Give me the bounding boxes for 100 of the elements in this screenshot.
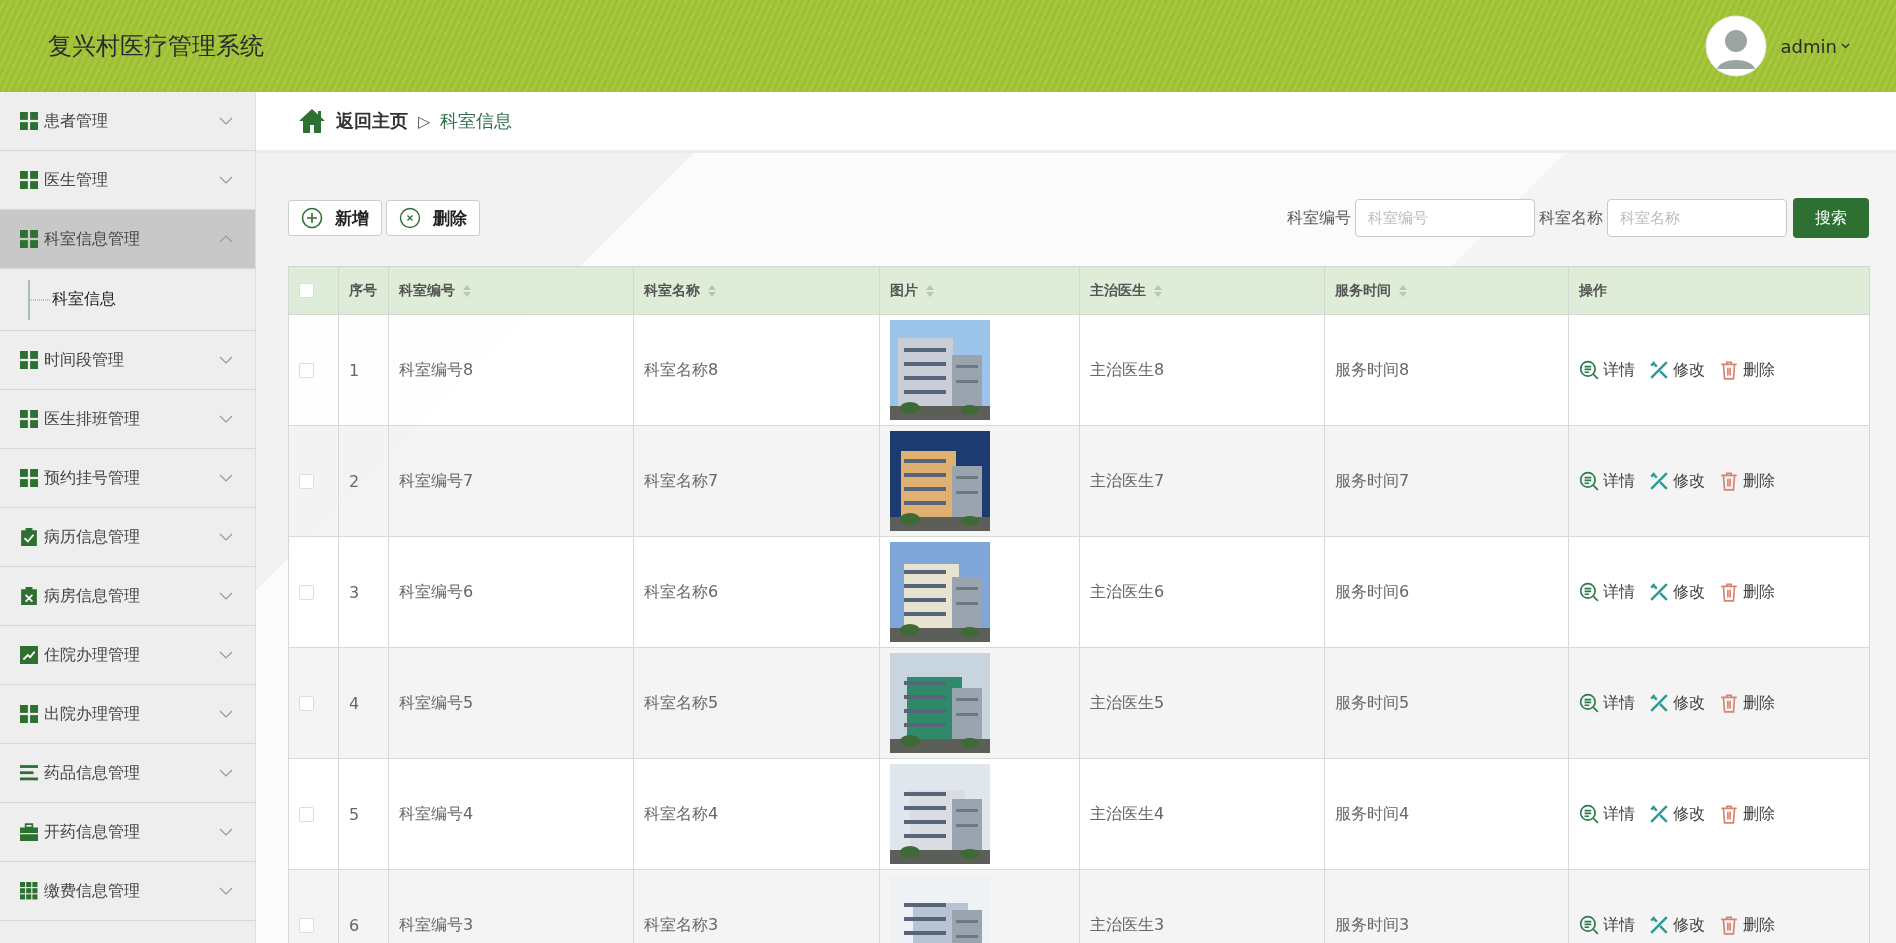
delete-link[interactable]: 删除 xyxy=(1719,470,1775,492)
filter-label: 科室编号 xyxy=(1287,207,1351,229)
table-cell: 服务时间4 xyxy=(1335,803,1410,823)
trash-icon xyxy=(1719,582,1739,602)
delete-link[interactable]: 删除 xyxy=(1719,359,1775,381)
add-button[interactable]: 新增 xyxy=(288,200,382,236)
edit-link[interactable]: 修改 xyxy=(1649,692,1705,714)
column-header: 科室编号 xyxy=(399,281,455,300)
detail-link[interactable]: 详情 xyxy=(1579,359,1635,381)
edit-link[interactable]: 修改 xyxy=(1649,914,1705,936)
search-icon xyxy=(1579,804,1599,824)
tools-icon xyxy=(1649,582,1669,602)
detail-link[interactable]: 详情 xyxy=(1579,914,1635,936)
column-header: 操作 xyxy=(1579,281,1607,300)
sidebar-item[interactable]: 医生排班管理 xyxy=(0,390,255,449)
app-title: 复兴村医疗管理系统 xyxy=(48,31,264,62)
sort-icon[interactable] xyxy=(463,284,471,297)
detail-link[interactable]: 详情 xyxy=(1579,470,1635,492)
row-checkbox[interactable] xyxy=(299,584,314,600)
tools-icon xyxy=(1649,693,1669,713)
home-icon[interactable] xyxy=(298,108,326,134)
column-header: 科室名称 xyxy=(644,281,700,300)
tools-icon xyxy=(1649,915,1669,935)
row-number: 2 xyxy=(349,471,360,491)
delete-link[interactable]: 删除 xyxy=(1719,914,1775,936)
chevron-icon xyxy=(219,592,233,600)
detail-link[interactable]: 详情 xyxy=(1579,803,1635,825)
grid-icon xyxy=(20,351,38,369)
row-checkbox[interactable] xyxy=(299,362,314,378)
sidebar-subitem[interactable]: 科室信息 xyxy=(0,269,255,331)
chevron-icon xyxy=(219,474,233,482)
delete-link[interactable]: 删除 xyxy=(1719,692,1775,714)
detail-link[interactable]: 详情 xyxy=(1579,581,1635,603)
row-checkbox[interactable] xyxy=(299,917,314,933)
sidebar-item[interactable]: 预约挂号管理 xyxy=(0,449,255,508)
edit-link[interactable]: 修改 xyxy=(1649,581,1705,603)
sidebar-item[interactable]: 患者管理 xyxy=(0,92,255,151)
chevron-icon xyxy=(219,415,233,423)
sidebar-item[interactable]: 病房信息管理 xyxy=(0,567,255,626)
sidebar-item[interactable]: 开药信息管理 xyxy=(0,803,255,862)
table-cell: 科室名称8 xyxy=(644,359,719,379)
sidebar-item[interactable]: 药品信息管理 xyxy=(0,744,255,803)
tools-icon xyxy=(1649,471,1669,491)
trash-icon xyxy=(1719,804,1739,824)
search-button[interactable]: 搜索 xyxy=(1793,198,1869,238)
chevron-icon xyxy=(219,828,233,836)
table-cell: 科室编号6 xyxy=(399,581,474,601)
table-cell: 科室编号5 xyxy=(399,692,474,712)
sort-icon[interactable] xyxy=(926,284,934,297)
grid-icon xyxy=(20,705,38,723)
grid-icon xyxy=(20,410,38,428)
breadcrumb-current: 科室信息 xyxy=(440,109,513,133)
tree-line xyxy=(28,279,52,320)
row-checkbox[interactable] xyxy=(299,695,314,711)
plus-icon xyxy=(301,207,323,229)
table-cell: 科室编号4 xyxy=(399,803,474,823)
row-checkbox[interactable] xyxy=(299,473,314,489)
sidebar-item[interactable]: 住院办理管理 xyxy=(0,626,255,685)
sidebar-item[interactable]: 病历信息管理 xyxy=(0,508,255,567)
breadcrumb-separator: ▷ xyxy=(418,111,431,131)
sort-icon[interactable] xyxy=(1399,284,1407,297)
column-header: 主治医生 xyxy=(1090,281,1146,300)
table-cell: 服务时间6 xyxy=(1335,581,1410,601)
sidebar-item[interactable]: 科室信息管理 xyxy=(0,210,255,269)
chevron-icon xyxy=(219,651,233,659)
filter-field[interactable]: 科室名称 xyxy=(1607,199,1787,237)
trash-icon xyxy=(1719,915,1739,935)
table-cell: 服务时间7 xyxy=(1335,470,1410,490)
chevron-icon xyxy=(219,356,233,364)
table-cell: 主治医生8 xyxy=(1090,359,1165,379)
sidebar-item[interactable]: 缴费信息管理 xyxy=(0,862,255,921)
delete-link[interactable]: 删除 xyxy=(1719,581,1775,603)
search-icon xyxy=(1579,582,1599,602)
filter-field[interactable]: 科室编号 xyxy=(1355,199,1535,237)
select-all-checkbox[interactable] xyxy=(299,283,314,298)
delete-link[interactable]: 删除 xyxy=(1719,803,1775,825)
chevron-icon xyxy=(219,176,233,184)
avatar-icon[interactable] xyxy=(1704,15,1767,77)
list-icon xyxy=(20,764,38,782)
trash-icon xyxy=(1719,693,1739,713)
grid-icon xyxy=(20,882,38,900)
user-menu[interactable]: admin xyxy=(1780,35,1850,57)
sidebar-item[interactable]: 时间段管理 xyxy=(0,331,255,390)
table-cell: 主治医生3 xyxy=(1090,914,1165,934)
grid-icon xyxy=(20,230,38,248)
row-number: 3 xyxy=(349,582,360,602)
home-link[interactable]: 返回主页 xyxy=(336,109,408,133)
edit-link[interactable]: 修改 xyxy=(1649,359,1705,381)
trash-icon xyxy=(1719,360,1739,380)
edit-link[interactable]: 修改 xyxy=(1649,470,1705,492)
detail-link[interactable]: 详情 xyxy=(1579,692,1635,714)
sidebar-item[interactable]: 出院办理管理 xyxy=(0,685,255,744)
row-checkbox[interactable] xyxy=(299,806,314,822)
sort-icon[interactable] xyxy=(708,284,716,297)
table-cell: 主治医生7 xyxy=(1090,470,1165,490)
edit-link[interactable]: 修改 xyxy=(1649,803,1705,825)
caret-icon xyxy=(1841,43,1850,49)
sort-icon[interactable] xyxy=(1154,284,1162,297)
delete-button[interactable]: 删除 xyxy=(386,200,480,236)
chart-icon xyxy=(20,646,38,664)
